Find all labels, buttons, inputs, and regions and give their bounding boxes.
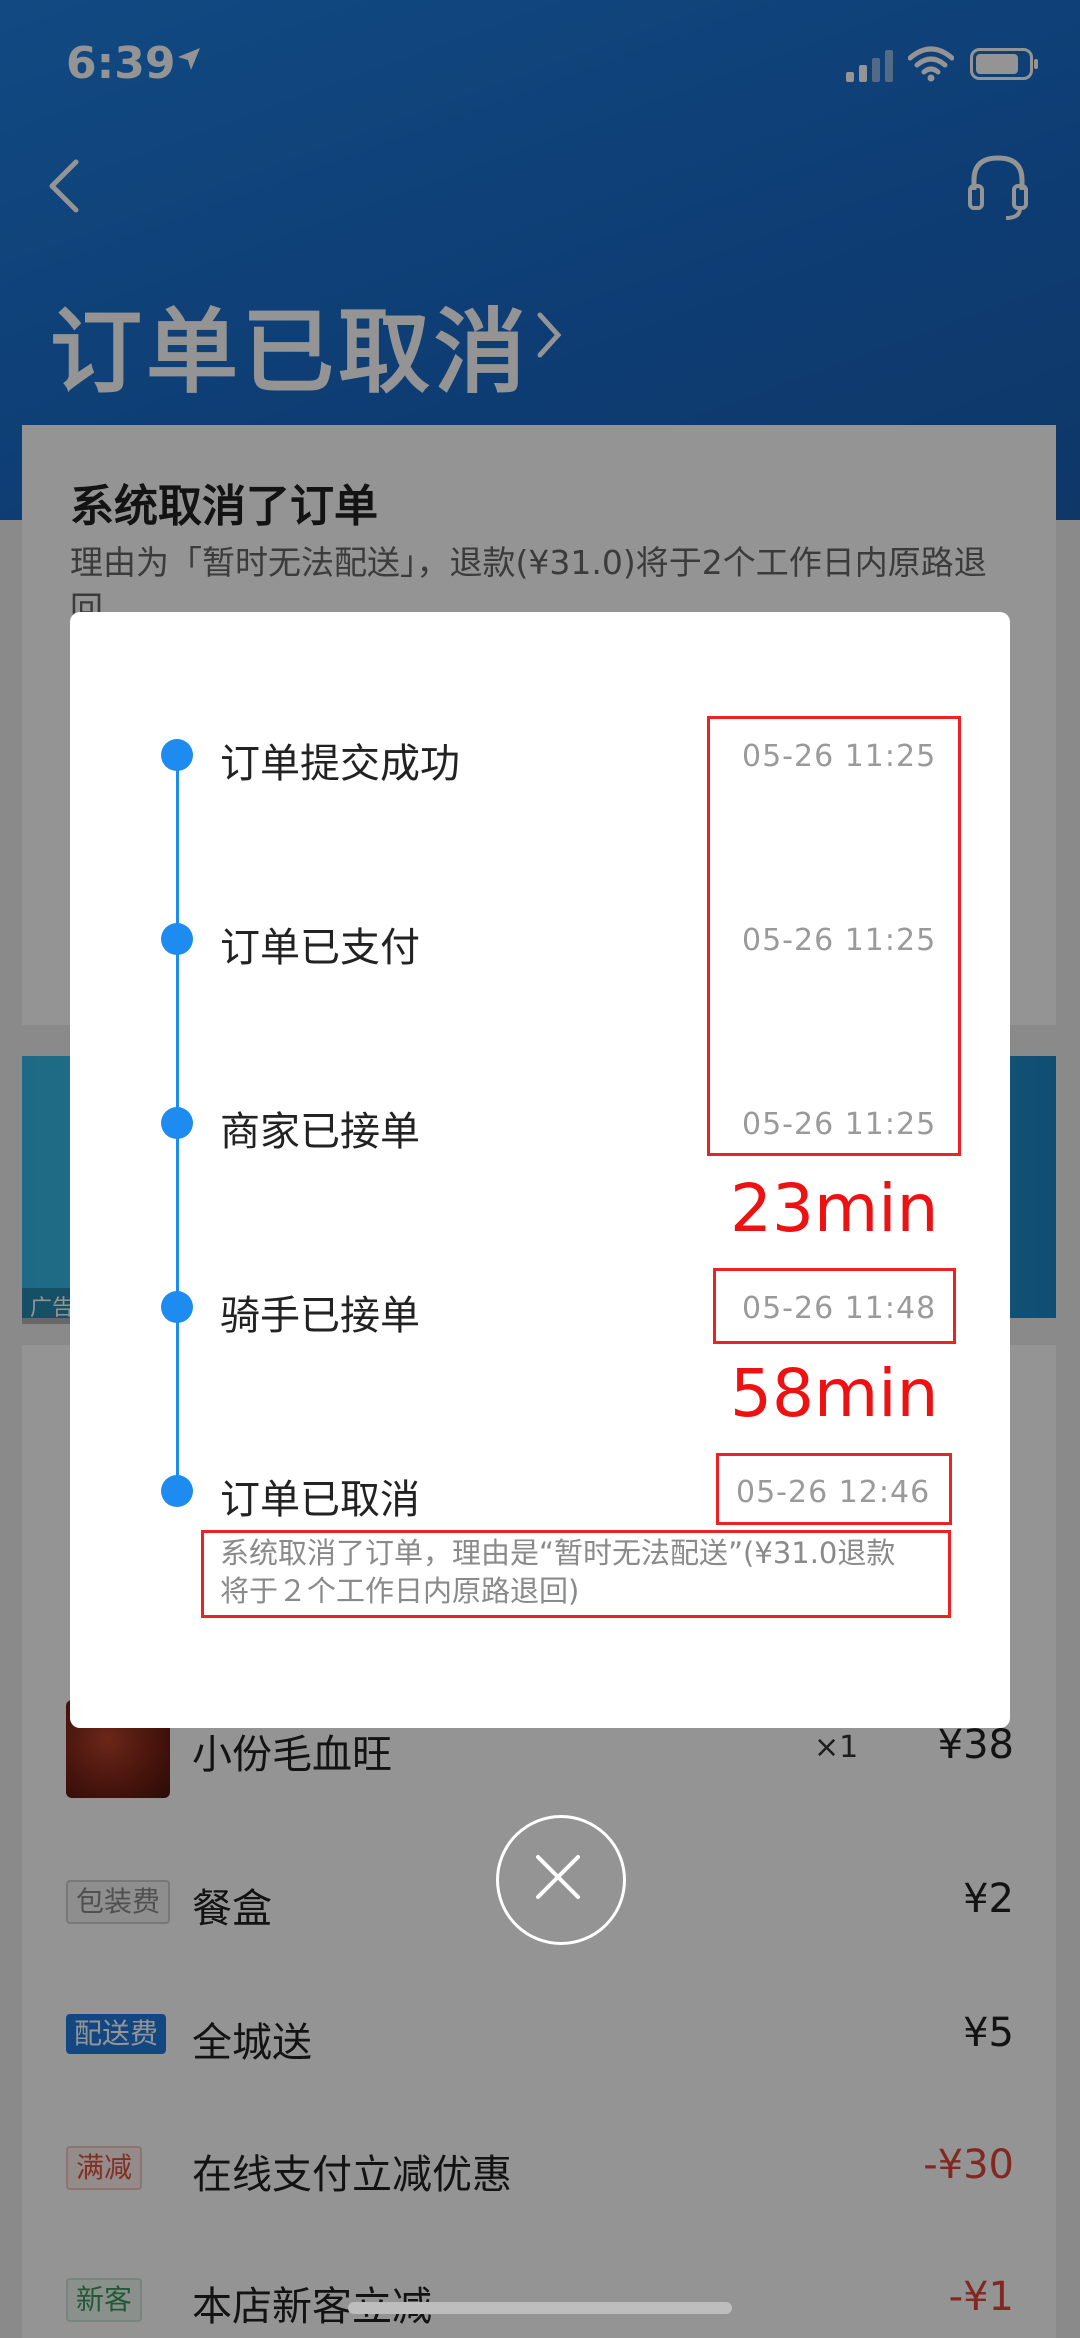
timeline-dot — [161, 1107, 193, 1139]
timeline-dot — [161, 1291, 193, 1323]
timeline-step-label: 骑手已接单 — [220, 1293, 420, 1339]
annotation-box — [716, 1453, 952, 1525]
close-icon — [536, 1855, 580, 1899]
timeline-step-label: 订单已支付 — [220, 925, 420, 971]
annotation-box — [713, 1268, 956, 1344]
timeline-step-label: 订单提交成功 — [220, 741, 460, 787]
home-indicator — [348, 2302, 732, 2314]
annotation-box — [201, 1530, 951, 1618]
timeline-step-label: 订单已取消 — [220, 1477, 420, 1523]
timeline-dot — [161, 1475, 193, 1507]
timeline-dot — [161, 923, 193, 955]
close-button[interactable] — [496, 1815, 626, 1945]
timeline-step-label: 商家已接单 — [220, 1109, 420, 1155]
annotation-gap: 58min — [730, 1355, 939, 1432]
timeline-dot — [161, 739, 193, 771]
annotation-gap: 23min — [730, 1170, 939, 1247]
annotation-box — [707, 716, 961, 1156]
